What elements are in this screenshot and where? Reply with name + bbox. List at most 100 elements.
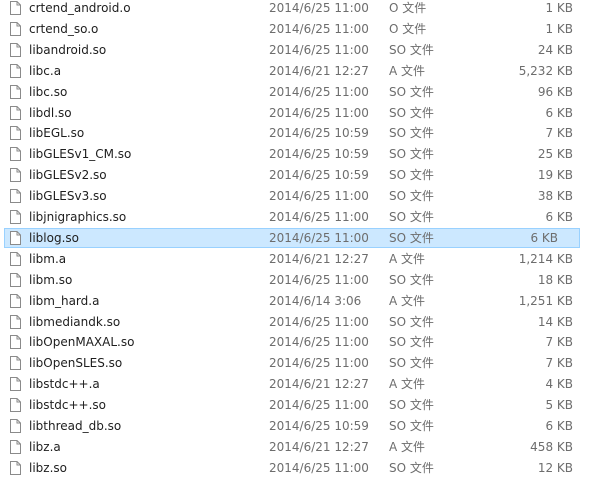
file-name: libEGL.so <box>29 126 85 141</box>
file-row[interactable]: libGLESv2.so 2014/6/25 10:59 SO 文件 19 KB <box>0 165 599 185</box>
file-row[interactable]: libOpenMAXAL.so 2014/6/25 11:00 SO 文件 7 KB <box>0 332 599 352</box>
file-size: 1,214 KB <box>518 251 573 266</box>
file-name: libOpenSLES.so <box>29 356 123 371</box>
file-row[interactable]: libc.a 2014/6/21 12:27 A 文件 5,232 KB <box>0 61 599 81</box>
blank-file-icon <box>10 272 21 287</box>
file-name: crtend_so.o <box>29 21 99 36</box>
blank-file-icon <box>10 230 21 245</box>
file-name: libmediandk.so <box>29 314 121 329</box>
blank-file-icon <box>10 84 21 99</box>
blank-file-icon <box>10 63 21 78</box>
file-name: libstdc++.a <box>29 377 100 392</box>
file-name: libdl.so <box>29 105 72 120</box>
file-type: SO 文件 <box>389 105 434 120</box>
file-date-modified: 2014/6/25 11:00 <box>269 1 369 15</box>
file-date-modified: 2014/6/21 12:27 <box>269 63 369 78</box>
blank-file-icon <box>10 42 21 57</box>
file-type: A 文件 <box>389 293 426 308</box>
file-type: A 文件 <box>389 63 426 78</box>
file-type: SO 文件 <box>389 42 434 57</box>
file-size: 18 KB <box>537 272 573 287</box>
file-size: 5 KB <box>545 398 573 413</box>
file-row[interactable]: libEGL.so 2014/6/25 10:59 SO 文件 7 KB <box>0 123 599 143</box>
file-type: SO 文件 <box>389 419 434 433</box>
file-row[interactable]: libOpenSLES.so 2014/6/25 11:00 SO 文件 7 KB <box>0 353 599 373</box>
file-name: libc.a <box>29 63 62 78</box>
file-size: 6 KB <box>530 230 558 245</box>
file-date-modified: 2014/6/25 11:00 <box>269 314 369 329</box>
blank-file-icon <box>10 105 21 120</box>
blank-file-icon <box>10 314 21 329</box>
file-size: 25 KB <box>537 147 573 162</box>
blank-file-icon <box>10 439 21 454</box>
file-type: SO 文件 <box>389 398 434 413</box>
file-name: libGLESv3.so <box>29 189 107 204</box>
file-size: 4 KB <box>545 377 573 392</box>
blank-file-icon <box>10 398 21 413</box>
blank-file-icon <box>10 126 21 141</box>
file-type: SO 文件 <box>389 189 434 204</box>
file-row[interactable]: libz.a 2014/6/21 12:27 A 文件 458 KB <box>0 437 599 457</box>
file-type: SO 文件 <box>389 230 434 245</box>
file-type: SO 文件 <box>389 168 434 183</box>
file-row[interactable]: libandroid.so 2014/6/25 11:00 SO 文件 24 KB <box>0 40 599 60</box>
blank-file-icon <box>10 293 21 308</box>
file-name: libandroid.so <box>29 42 107 57</box>
file-name: crtend_android.o <box>29 1 131 15</box>
file-row[interactable]: libm.so 2014/6/25 11:00 SO 文件 18 KB <box>0 270 599 290</box>
file-date-modified: 2014/6/25 11:00 <box>269 230 369 245</box>
file-size: 7 KB <box>545 356 573 371</box>
file-size: 5,232 KB <box>518 63 573 78</box>
file-size: 14 KB <box>537 314 573 329</box>
file-row[interactable]: crtend_android.o 2014/6/25 11:00 O 文件 1 KB <box>0 0 599 18</box>
file-size: 96 KB <box>537 84 573 99</box>
file-row[interactable]: libstdc++.so 2014/6/25 11:00 SO 文件 5 KB <box>0 395 599 415</box>
file-type: SO 文件 <box>389 84 434 99</box>
file-row[interactable]: libmediandk.so 2014/6/25 11:00 SO 文件 14 KB <box>0 312 599 332</box>
file-type: A 文件 <box>389 377 426 392</box>
file-size: 7 KB <box>545 335 573 350</box>
file-name: libjnigraphics.so <box>29 210 127 224</box>
file-row[interactable]: libjnigraphics.so 2014/6/25 11:00 SO 文件 6 K… <box>0 207 599 227</box>
blank-file-icon <box>10 1 21 15</box>
file-date-modified: 2014/6/25 10:59 <box>269 419 369 433</box>
file-row[interactable]: libthread_db.so 2014/6/25 10:59 SO 文件 6 KB <box>0 416 599 436</box>
file-row[interactable]: libdl.so 2014/6/25 11:00 SO 文件 6 KB <box>0 103 599 123</box>
file-date-modified: 2014/6/25 11:00 <box>269 42 369 57</box>
file-type: A 文件 <box>389 439 426 454</box>
file-date-modified: 2014/6/25 11:00 <box>269 84 369 99</box>
file-type: SO 文件 <box>389 460 434 475</box>
file-size: 24 KB <box>537 42 573 57</box>
file-size: 7 KB <box>545 126 573 141</box>
file-date-modified: 2014/6/25 11:00 <box>269 210 369 224</box>
file-size: 12 KB <box>537 460 573 475</box>
file-date-modified: 2014/6/25 11:00 <box>269 189 369 204</box>
blank-file-icon <box>10 377 21 392</box>
file-name: libGLESv1_CM.so <box>29 147 132 162</box>
file-row[interactable]: liblog.so 2014/6/25 11:00 SO 文件 6 KB <box>4 227 580 248</box>
file-date-modified: 2014/6/25 11:00 <box>269 398 369 413</box>
file-type: A 文件 <box>389 251 426 266</box>
file-name: libz.so <box>29 460 67 475</box>
file-date-modified: 2014/6/21 12:27 <box>269 251 369 266</box>
blank-file-icon <box>10 419 21 433</box>
file-row[interactable]: libm.a 2014/6/21 12:27 A 文件 1,214 KB <box>0 249 599 269</box>
file-name: libGLESv2.so <box>29 168 107 183</box>
file-row[interactable]: libGLESv3.so 2014/6/25 11:00 SO 文件 38 KB <box>0 186 599 206</box>
blank-file-icon <box>10 251 21 266</box>
file-row[interactable]: libz.so 2014/6/25 11:00 SO 文件 12 KB <box>0 458 599 478</box>
file-row[interactable]: libc.so 2014/6/25 11:00 SO 文件 96 KB <box>0 82 599 102</box>
file-row[interactable]: libGLESv1_CM.so 2014/6/25 10:59 SO 文件 25 KB <box>0 144 599 164</box>
file-size: 1,251 KB <box>518 293 573 308</box>
file-row[interactable]: libm_hard.a 2014/6/14 3:06 A 文件 1,251 KB <box>0 291 599 311</box>
file-name: libz.a <box>29 439 61 454</box>
file-date-modified: 2014/6/25 10:59 <box>269 147 369 162</box>
file-date-modified: 2014/6/21 12:27 <box>269 377 369 392</box>
file-date-modified: 2014/6/14 3:06 <box>269 293 362 308</box>
file-date-modified: 2014/6/25 11:00 <box>269 460 369 475</box>
file-row[interactable]: crtend_so.o 2014/6/25 11:00 O 文件 1 KB <box>0 19 599 39</box>
file-date-modified: 2014/6/25 11:00 <box>269 356 369 371</box>
file-date-modified: 2014/6/25 11:00 <box>269 335 369 350</box>
blank-file-icon <box>10 168 21 183</box>
file-row[interactable]: libstdc++.a 2014/6/21 12:27 A 文件 4 KB <box>0 374 599 394</box>
